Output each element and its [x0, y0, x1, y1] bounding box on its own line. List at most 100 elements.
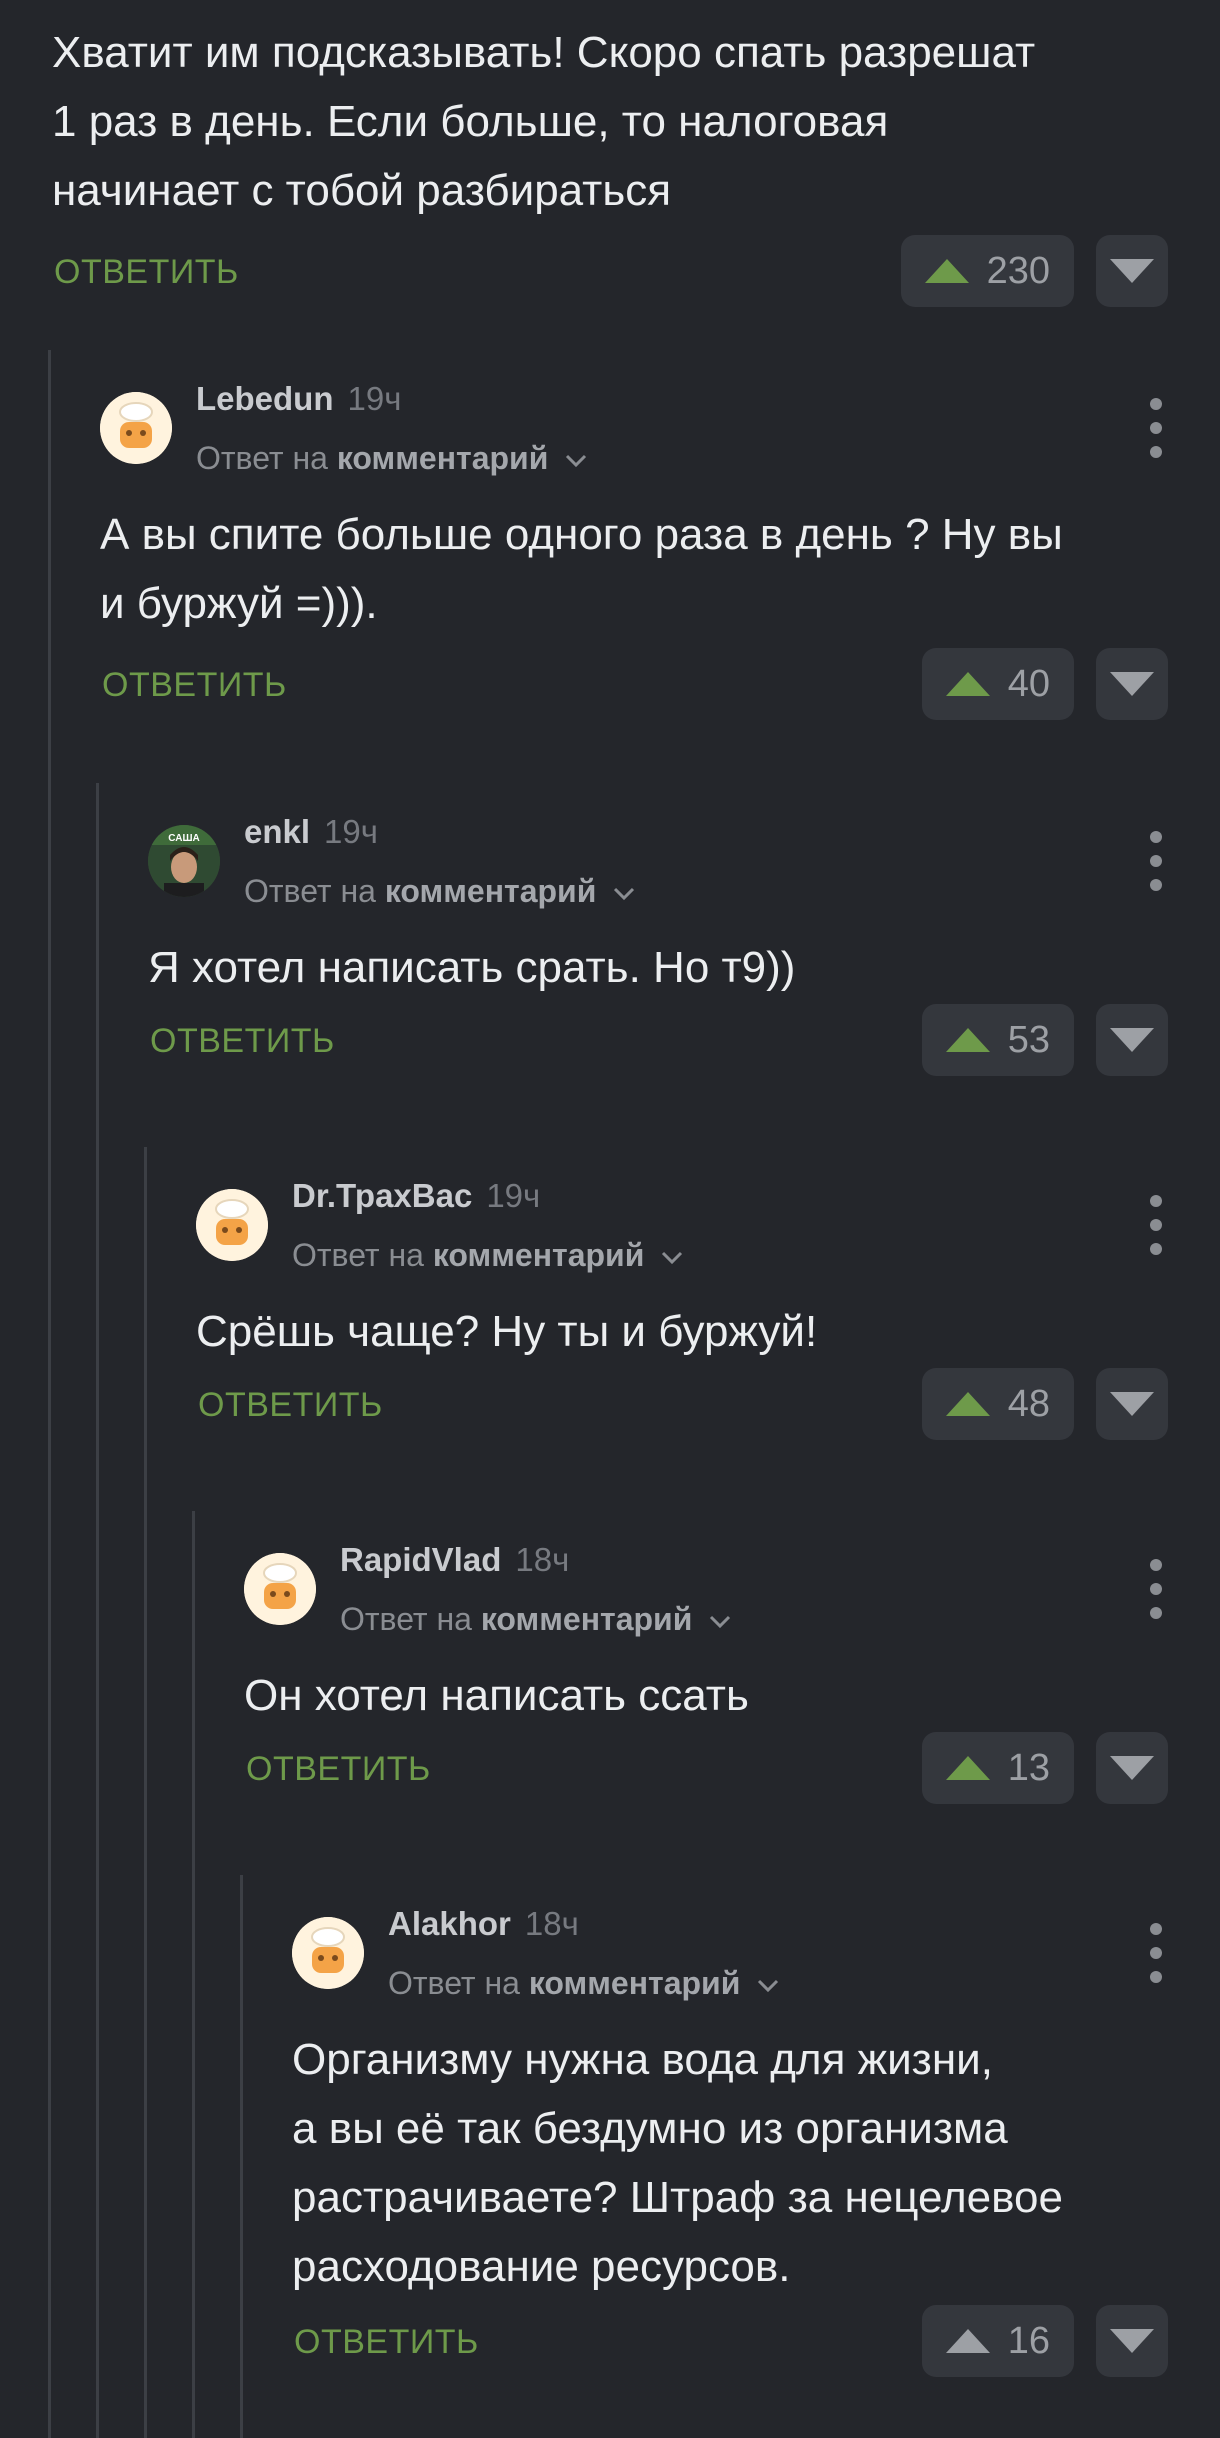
- comment-actions: ОТВЕТИТЬ 40: [100, 648, 1168, 720]
- reply-to-link[interactable]: Ответ на комментарий: [292, 1237, 683, 1274]
- vote-count: 40: [1007, 662, 1050, 705]
- upvote-arrow-icon: [945, 1392, 990, 1416]
- reply-button[interactable]: ОТВЕТИТЬ: [294, 2323, 479, 2362]
- downvote-arrow-icon: [1110, 1392, 1154, 1416]
- comment-author[interactable]: Alakhor 18ч: [388, 1905, 579, 1943]
- reply-button[interactable]: ОТВЕТИТЬ: [54, 253, 239, 292]
- chevron-down-icon: [662, 1251, 683, 1264]
- vote-count: 48: [1007, 1382, 1050, 1425]
- comment-actions: ОТВЕТИТЬ 13: [244, 1732, 1168, 1804]
- comment: RapidVlad 18ч Ответ на комментарий Он хот…: [244, 1541, 1168, 1804]
- comment-header: Alakhor 18ч Ответ на комментарий: [292, 1905, 1168, 2025]
- chevron-down-icon: [710, 1615, 731, 1628]
- comment-actions: ОТВЕТИТЬ 53: [148, 1004, 1168, 1076]
- comment-time: 19ч: [486, 1177, 541, 1214]
- vote-count: 53: [1007, 1018, 1050, 1061]
- downvote-button[interactable]: [1096, 235, 1168, 307]
- reply-button[interactable]: ОТВЕТИТЬ: [198, 1386, 383, 1425]
- avatar[interactable]: САША: [148, 825, 220, 897]
- upvote-arrow-icon: [945, 1028, 990, 1052]
- thread-line-level-1: [48, 350, 51, 2438]
- comment-text: А вы спите больше одного раза в день ? Н…: [100, 510, 1063, 628]
- upvote-button[interactable]: 230: [900, 235, 1074, 307]
- more-options-icon[interactable]: [1144, 398, 1168, 458]
- comment-author[interactable]: Lebedun 19ч: [196, 380, 401, 418]
- reply-to-link[interactable]: Ответ на комментарий: [244, 873, 635, 910]
- downvote-arrow-icon: [1110, 1756, 1154, 1780]
- more-options-icon[interactable]: [1144, 1195, 1168, 1255]
- comment: Dr.ТрахВас 19ч Ответ на комментарий Срёшь…: [196, 1177, 1168, 1440]
- comment-text: Он хотел написать ссать: [244, 1671, 749, 1720]
- comment-actions: ОТВЕТИТЬ 16: [292, 2305, 1168, 2377]
- avatar[interactable]: [196, 1189, 268, 1261]
- vote-count: 13: [1007, 1746, 1050, 1789]
- user-photo-icon: САША: [148, 825, 220, 897]
- upvote-button[interactable]: 16: [921, 2305, 1074, 2377]
- thread-line-level-4: [192, 1511, 195, 2438]
- vote-count: 16: [1007, 2319, 1050, 2362]
- comment-actions: ОТВЕТИТЬ 48: [196, 1368, 1168, 1440]
- comment-text: Хватит им подсказывать! Скоро спать разр…: [52, 28, 1036, 215]
- thread-line-level-5: [240, 1875, 243, 2438]
- more-options-icon[interactable]: [1144, 831, 1168, 891]
- svg-text:САША: САША: [168, 833, 199, 844]
- downvote-arrow-icon: [1110, 259, 1154, 283]
- comment-author[interactable]: RapidVlad 18ч: [340, 1541, 569, 1579]
- downvote-button[interactable]: [1096, 1732, 1168, 1804]
- comment: Alakhor 18ч Ответ на комментарий Организм…: [292, 1905, 1168, 2377]
- upvote-button[interactable]: 53: [921, 1004, 1074, 1076]
- comment-actions: ОТВЕТИТЬ 230: [52, 235, 1168, 307]
- comment-author[interactable]: enkl 19ч: [244, 813, 378, 851]
- comment-header: RapidVlad 18ч Ответ на комментарий: [244, 1541, 1168, 1661]
- default-avatar-icon: [244, 1553, 316, 1625]
- comment-time: 18ч: [524, 1905, 579, 1942]
- comment: Lebedun 19ч Ответ на комментарий А вы спи…: [100, 380, 1168, 720]
- comment-header: САША enkl 19ч Ответ на комментарий: [148, 813, 1168, 933]
- downvote-arrow-icon: [1110, 1028, 1154, 1052]
- default-avatar-icon: [292, 1917, 364, 1989]
- upvote-arrow-icon: [945, 2329, 990, 2353]
- avatar[interactable]: [244, 1553, 316, 1625]
- comment-time: 19ч: [324, 813, 378, 850]
- chevron-down-icon: [614, 887, 635, 900]
- downvote-button[interactable]: [1096, 648, 1168, 720]
- reply-to-link[interactable]: Ответ на комментарий: [388, 1965, 779, 2002]
- upvote-arrow-icon: [945, 672, 990, 696]
- comment-author[interactable]: Dr.ТрахВас 19ч: [292, 1177, 540, 1215]
- chevron-down-icon: [758, 1979, 779, 1992]
- default-avatar-icon: [196, 1189, 268, 1261]
- comment: САША enkl 19ч Ответ на комментарий Я хоте…: [148, 813, 1168, 1076]
- reply-button[interactable]: ОТВЕТИТЬ: [246, 1750, 431, 1789]
- upvote-button[interactable]: 48: [921, 1368, 1074, 1440]
- upvote-button[interactable]: 40: [921, 648, 1074, 720]
- downvote-arrow-icon: [1110, 2329, 1154, 2353]
- avatar[interactable]: [292, 1917, 364, 1989]
- more-options-icon[interactable]: [1144, 1559, 1168, 1619]
- thread-line-level-3: [144, 1147, 147, 2438]
- comment-time: 18ч: [515, 1541, 570, 1578]
- chevron-down-icon: [566, 454, 587, 467]
- reply-button[interactable]: ОТВЕТИТЬ: [102, 666, 287, 705]
- comment-header: Lebedun 19ч Ответ на комментарий: [100, 380, 1168, 500]
- more-options-icon[interactable]: [1144, 1923, 1168, 1983]
- comment-time: 19ч: [347, 380, 402, 417]
- comment-header: Dr.ТрахВас 19ч Ответ на комментарий: [196, 1177, 1168, 1297]
- upvote-button[interactable]: 13: [921, 1732, 1074, 1804]
- parent-comment: Хватит им подсказывать! Скоро спать разр…: [52, 18, 1168, 307]
- downvote-button[interactable]: [1096, 2305, 1168, 2377]
- downvote-arrow-icon: [1110, 672, 1154, 696]
- downvote-button[interactable]: [1096, 1368, 1168, 1440]
- comment-text: Организму нужна вода для жизни, а вы её …: [292, 2035, 1063, 2291]
- vote-count: 230: [986, 249, 1050, 292]
- comment-text: Срёшь чаще? Ну ты и буржуй!: [196, 1307, 818, 1356]
- reply-button[interactable]: ОТВЕТИТЬ: [150, 1022, 335, 1061]
- reply-to-link[interactable]: Ответ на комментарий: [340, 1601, 731, 1638]
- reply-to-link[interactable]: Ответ на комментарий: [196, 440, 587, 477]
- comment-text: Я хотел написать срать. Но т9)): [148, 943, 796, 992]
- avatar[interactable]: [100, 392, 172, 464]
- upvote-arrow-icon: [945, 1756, 990, 1780]
- default-avatar-icon: [100, 392, 172, 464]
- upvote-arrow-icon: [924, 259, 969, 283]
- thread-line-level-2: [96, 783, 99, 2438]
- downvote-button[interactable]: [1096, 1004, 1168, 1076]
